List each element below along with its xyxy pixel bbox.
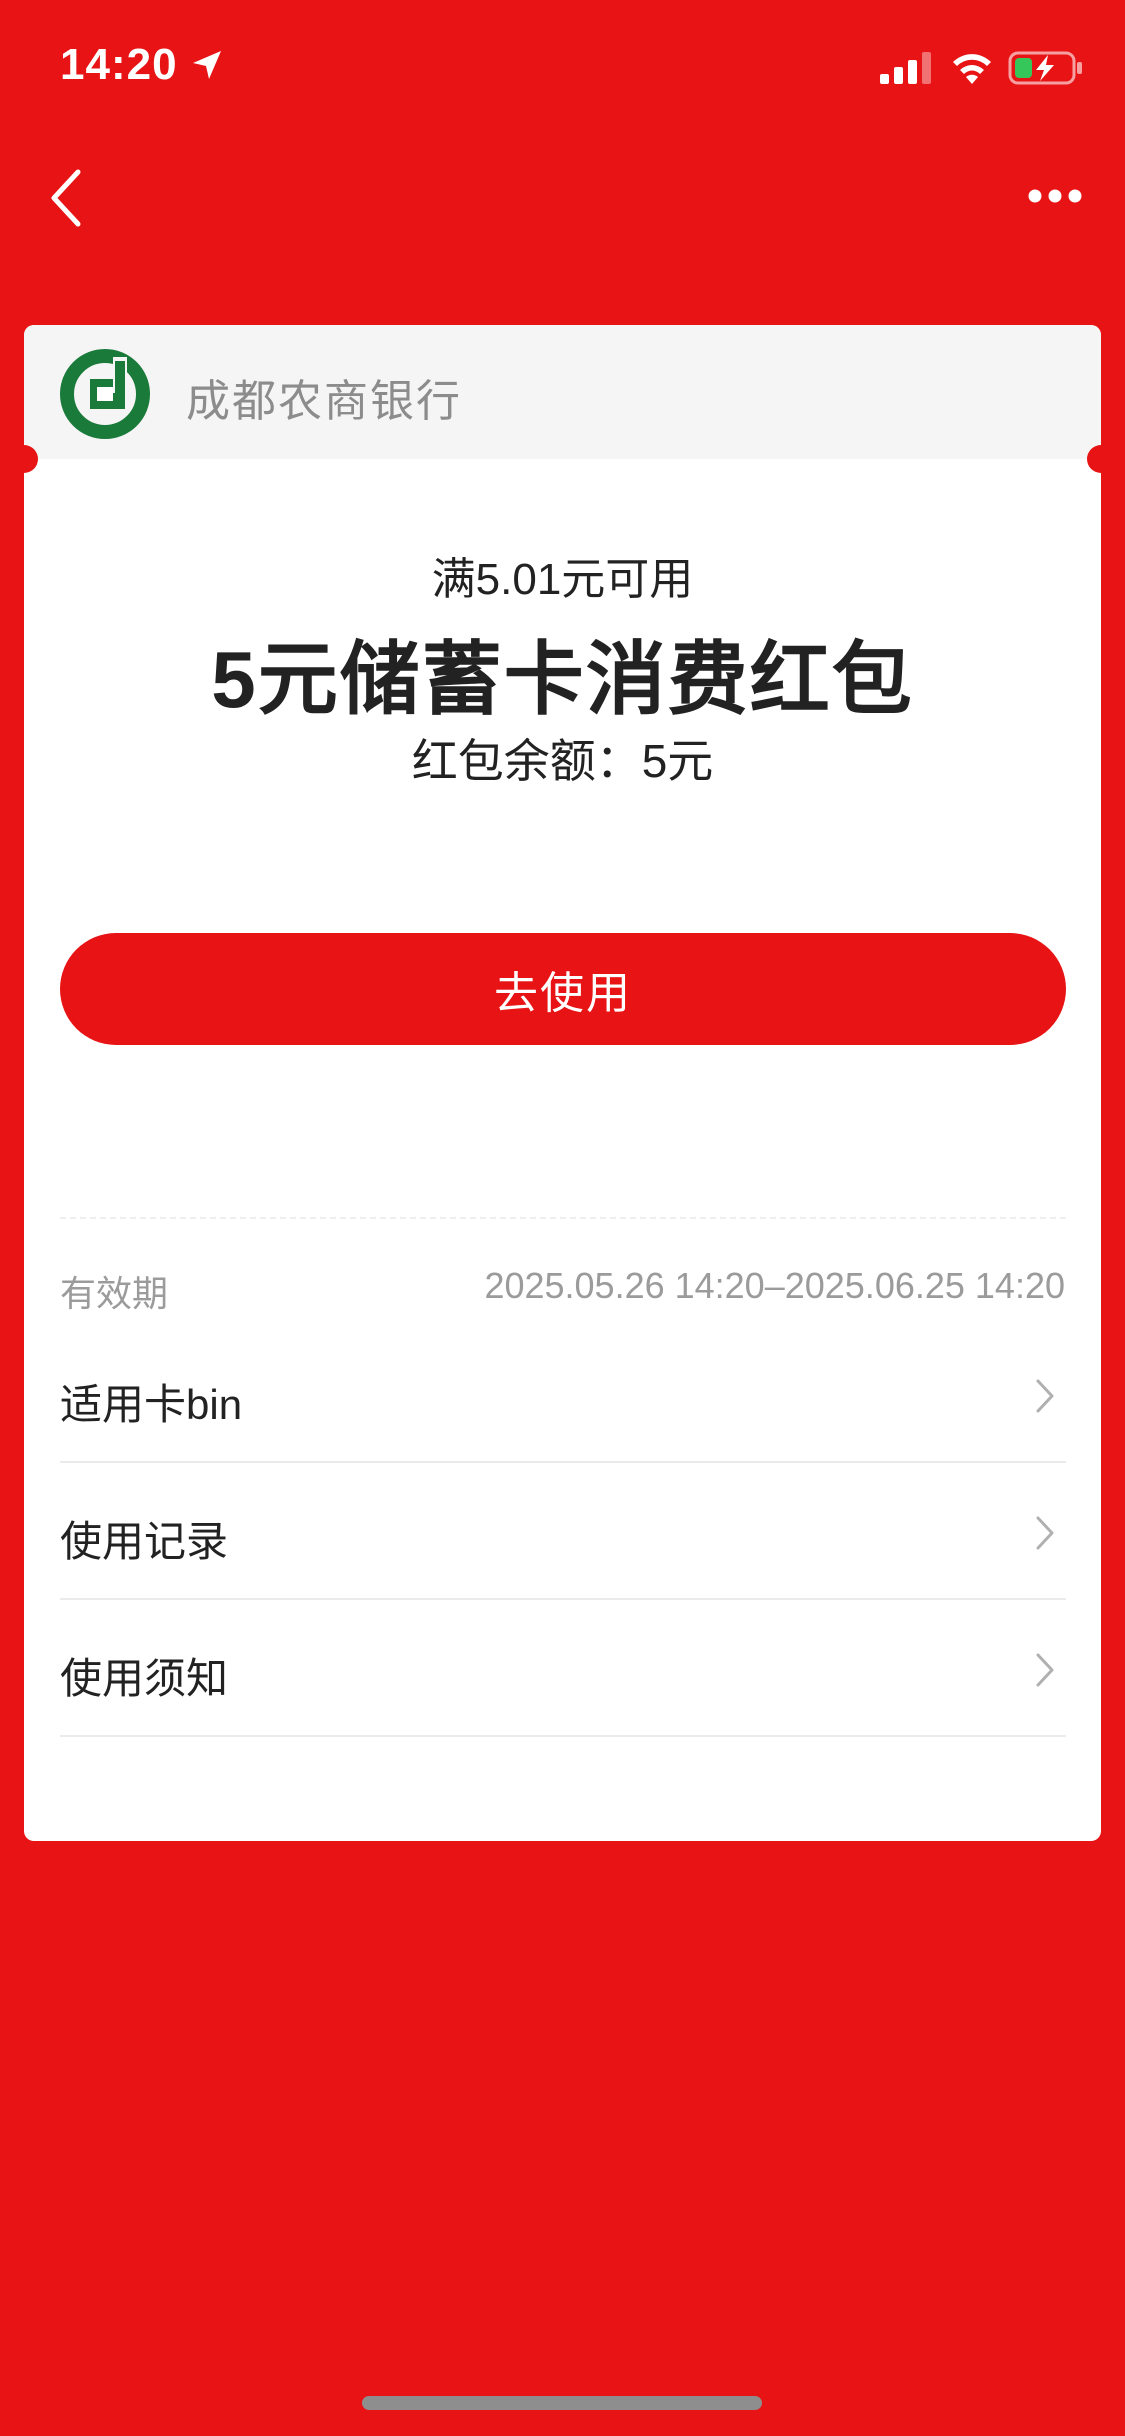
- status-time: 14:20: [60, 40, 178, 89]
- signal-icon: [880, 52, 931, 84]
- validity-value: 2025.05.26 14:20–2025.06.25 14:20: [484, 1265, 1065, 1306]
- wifi-icon: [953, 54, 991, 84]
- chevron-right-icon: [1036, 1379, 1054, 1413]
- more-dots-icon[interactable]: [1028, 184, 1082, 208]
- row-usage-record[interactable]: 使用记录: [60, 1464, 1066, 1600]
- row-label: 使用须知: [60, 1655, 229, 1702]
- coupon-title: 5元储蓄卡消费红包: [211, 635, 914, 724]
- row-label: 适用卡bin: [60, 1381, 243, 1428]
- location-arrow-icon: [193, 51, 221, 79]
- row-label: 使用记录: [60, 1518, 229, 1565]
- bank-name: 成都农商银行: [186, 377, 462, 426]
- validity-label: 有效期: [60, 1273, 169, 1314]
- usage-threshold: 满5.01元可用: [431, 555, 694, 604]
- coupon-balance: 红包余额：5元: [411, 735, 714, 787]
- back-chevron-icon[interactable]: [44, 166, 88, 230]
- home-indicator[interactable]: [362, 2396, 762, 2410]
- divider: [60, 1217, 1066, 1219]
- use-coupon-button[interactable]: 去使用: [60, 933, 1066, 1045]
- battery-charging-icon: [1008, 51, 1082, 85]
- row-card-bin[interactable]: 适用卡bin: [60, 1327, 1066, 1463]
- chevron-right-icon: [1036, 1653, 1054, 1687]
- coupon-card: 成都农商银行 满5.01元可用 5元储蓄卡消费红包 红包余额：5元 去使用 有效…: [24, 325, 1101, 1841]
- row-usage-notice[interactable]: 使用须知: [60, 1601, 1066, 1737]
- screen: 14:20 成都农商银行 满5.01元可用 5元储蓄卡消费红包 红包余额：5元 …: [0, 0, 1125, 2436]
- status-bar: 14:20: [0, 0, 1125, 132]
- card-header: 成都农商银行: [24, 325, 1101, 459]
- chevron-right-icon: [1036, 1516, 1054, 1550]
- bank-logo-icon: [60, 349, 150, 439]
